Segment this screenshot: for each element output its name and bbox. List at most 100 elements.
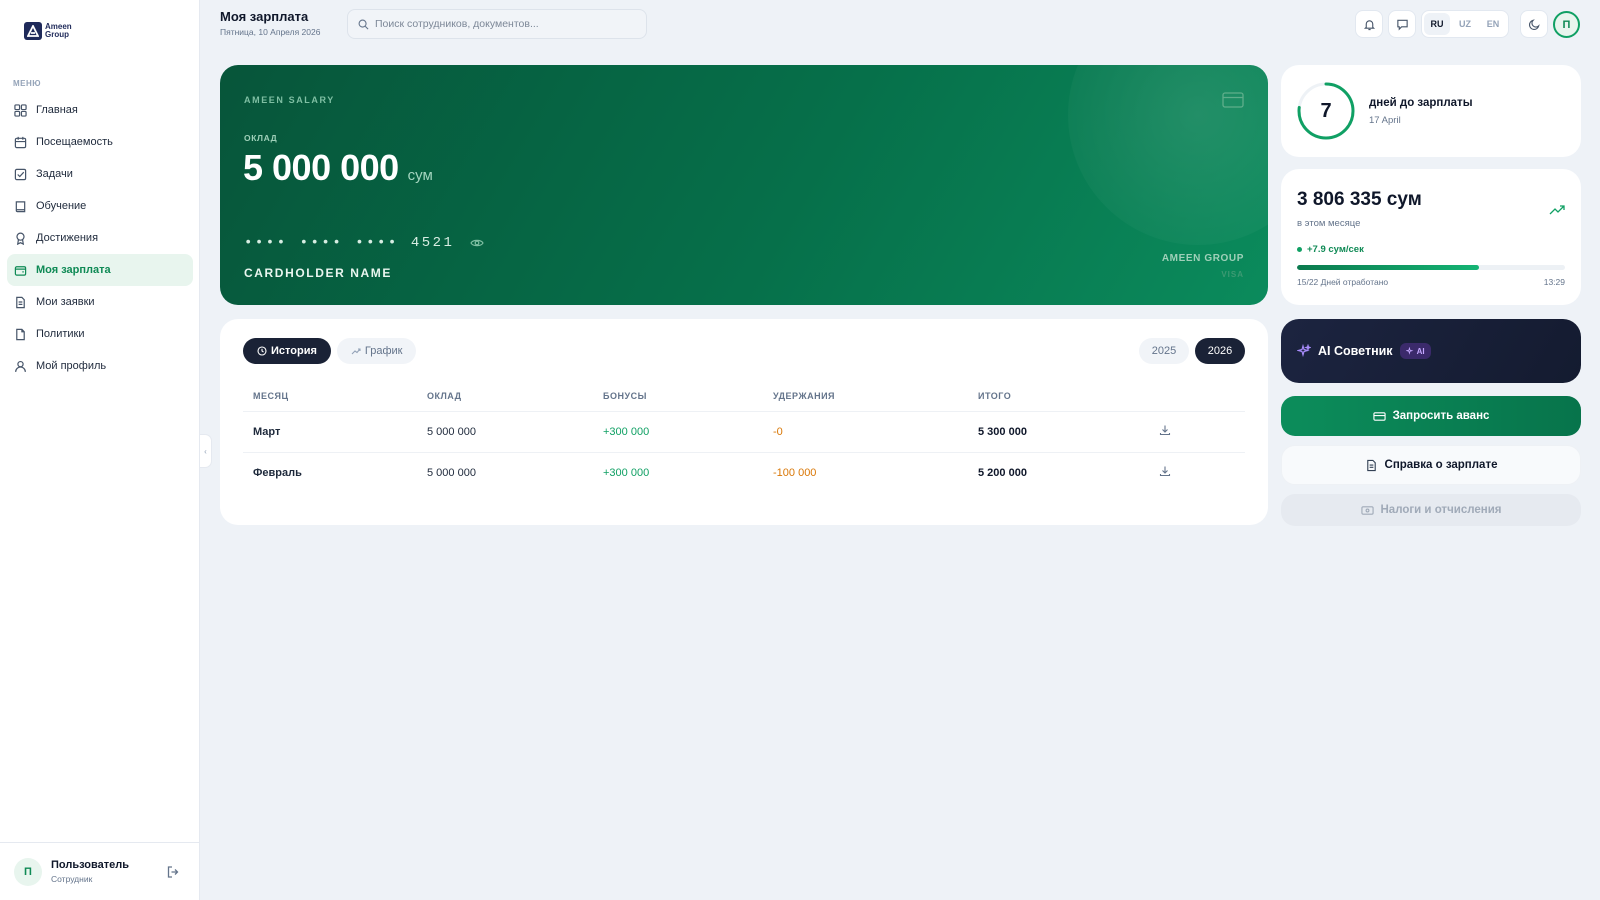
tab-label: История	[271, 345, 317, 357]
document-icon	[16, 328, 25, 340]
cell-total: 5 300 000	[968, 411, 1149, 453]
bell-icon	[1363, 19, 1375, 30]
card-brand: AMEEN SALARY	[244, 95, 335, 105]
payday-countdown-card: 7 дней до зарплаты 17 April	[1281, 65, 1581, 157]
column-header-month: МЕСЯЦ	[243, 381, 417, 412]
ai-advisor-card[interactable]: AI Советник AI	[1281, 319, 1581, 383]
salary-certificate-button[interactable]: Справка о зарплате	[1281, 445, 1581, 485]
salary-label: ОКЛАД	[244, 133, 278, 143]
page-title: Моя зарплата	[220, 9, 309, 24]
trend-icon	[351, 348, 361, 355]
year-2025-button[interactable]: 2025	[1139, 338, 1189, 364]
book-icon	[15, 200, 26, 212]
cell-bonus: +300 000	[603, 466, 650, 479]
sidebar-item-label: Обучение	[36, 200, 87, 212]
sparkles-icon	[1297, 344, 1311, 358]
live-dot-icon	[1297, 247, 1302, 252]
taxes-label: Налоги и отчисления	[1380, 504, 1502, 516]
wallet-icon	[14, 265, 27, 276]
earned-this-month-card: 3 806 335 сум в этом месяце +7.9 сум/сек…	[1281, 169, 1581, 305]
table-row: Февраль 5 000 000 +300 000 -100 000 5 20…	[243, 452, 1245, 493]
download-icon[interactable]	[1159, 424, 1171, 436]
salary-certificate-label: Справка о зарплате	[1384, 459, 1498, 471]
sidebar-item-label: Задачи	[36, 168, 73, 180]
logout-icon[interactable]	[166, 865, 180, 879]
sidebar-item-salary[interactable]: Моя зарплата	[7, 254, 193, 286]
sidebar-item-label: Посещаемость	[36, 136, 113, 148]
sidebar-item-achievements[interactable]: Достижения	[7, 222, 193, 254]
logo-icon	[24, 22, 42, 40]
sidebar-user: П Пользователь Сотрудник	[0, 842, 200, 900]
column-header-salary: ОКЛАД	[417, 381, 593, 412]
column-header-bonus: БОНУСЫ	[593, 381, 763, 412]
award-icon	[16, 232, 25, 245]
chat-icon	[1396, 19, 1408, 30]
column-header-deduction: УДЕРЖАНИЯ	[763, 381, 968, 412]
salary-amount: 5 000 000 сум	[243, 147, 433, 189]
tab-chart[interactable]: График	[336, 338, 417, 364]
table-header-row: МЕСЯЦ ОКЛАД БОНУСЫ УДЕРЖАНИЯ ИТОГО	[243, 381, 1245, 412]
credit-card-icon	[1222, 92, 1244, 108]
user-role: Сотрудник	[51, 874, 93, 884]
cell-month: Март	[243, 411, 417, 453]
sidebar-item-policies[interactable]: Политики	[7, 318, 193, 350]
year-filter: 2025 2026	[1139, 338, 1245, 364]
theme-toggle-button[interactable]	[1520, 10, 1548, 38]
user-avatar[interactable]: П	[14, 857, 42, 886]
sidebar-item-profile[interactable]: Мой профиль	[7, 350, 193, 382]
history-tabs: История График	[243, 338, 417, 364]
cell-download	[1149, 411, 1245, 453]
search-input[interactable]	[375, 18, 635, 30]
year-2026-button[interactable]: 2026	[1195, 338, 1245, 364]
column-header-actions	[1149, 381, 1245, 412]
sidebar-collapse-button[interactable]: ‹	[200, 434, 212, 468]
cell-month: Февраль	[253, 466, 302, 479]
card-company: AMEEN GROUP	[1161, 253, 1244, 264]
sidebar-item-label: Моя зарплата	[36, 264, 111, 276]
search-bar	[347, 9, 647, 39]
lang-uz[interactable]: UZ	[1452, 13, 1478, 35]
eye-icon[interactable]	[470, 236, 485, 250]
cell-total: 5 200 000	[978, 466, 1027, 479]
receipt-icon	[1360, 505, 1374, 515]
month-progress-bar	[1297, 265, 1565, 270]
menu-title: МЕНЮ	[13, 79, 42, 88]
cell-download	[1149, 452, 1245, 493]
tab-history[interactable]: История	[243, 338, 331, 364]
sidebar-item-tasks[interactable]: Задачи	[7, 158, 193, 190]
messages-button[interactable]	[1388, 10, 1416, 38]
grid-icon	[14, 103, 27, 117]
notifications-button[interactable]	[1355, 10, 1383, 38]
days-worked: 15/22 Дней отработано	[1297, 277, 1389, 287]
sidebar-item-attendance[interactable]: Посещаемость	[7, 126, 193, 158]
page-date: Пятница, 10 Апреля 2026	[220, 27, 321, 37]
ai-badge-label: AI	[1416, 346, 1425, 356]
sidebar-nav: Главная Посещаемость Задачи Обучение Дос…	[7, 94, 193, 382]
card-number-group: ••••	[244, 235, 288, 251]
moon-icon	[1528, 18, 1540, 30]
sidebar-item-requests[interactable]: Мои заявки	[7, 286, 193, 318]
table-row: Март 5 000 000 +300 000 -0 5 300 000	[243, 411, 1245, 453]
credit-card-icon	[1372, 411, 1386, 421]
card-number-group: ••••	[355, 235, 399, 251]
taxes-button[interactable]: Налоги и отчисления	[1281, 494, 1581, 526]
cell-bonus: +300 000	[593, 411, 763, 453]
request-advance-button[interactable]: Запросить аванс	[1281, 396, 1581, 436]
month-progress-fill	[1297, 265, 1480, 270]
earned-subtitle: в этом месяце	[1297, 218, 1361, 229]
sidebar-item-learning[interactable]: Обучение	[7, 190, 193, 222]
earned-amount: 3 806 335 сум	[1297, 189, 1422, 210]
brand-logo[interactable]: Ameen Group	[24, 22, 75, 40]
download-icon[interactable]	[1159, 465, 1171, 477]
payday-date: 17 April	[1369, 115, 1401, 126]
lang-ru[interactable]: RU	[1424, 13, 1450, 35]
request-advance-label: Запросить аванс	[1392, 410, 1490, 422]
user-name: Пользователь	[51, 859, 130, 871]
card-number-group: 4521	[410, 235, 455, 251]
profile-avatar[interactable]: П	[1553, 11, 1580, 38]
salary-history-panel: История График 2025 2026 МЕСЯЦ ОКЛАД БОН…	[220, 319, 1268, 525]
ai-advisor-title: AI Советник	[1318, 344, 1393, 358]
document-icon	[1366, 459, 1376, 471]
lang-en[interactable]: EN	[1480, 13, 1506, 35]
sidebar-item-home[interactable]: Главная	[7, 94, 193, 126]
